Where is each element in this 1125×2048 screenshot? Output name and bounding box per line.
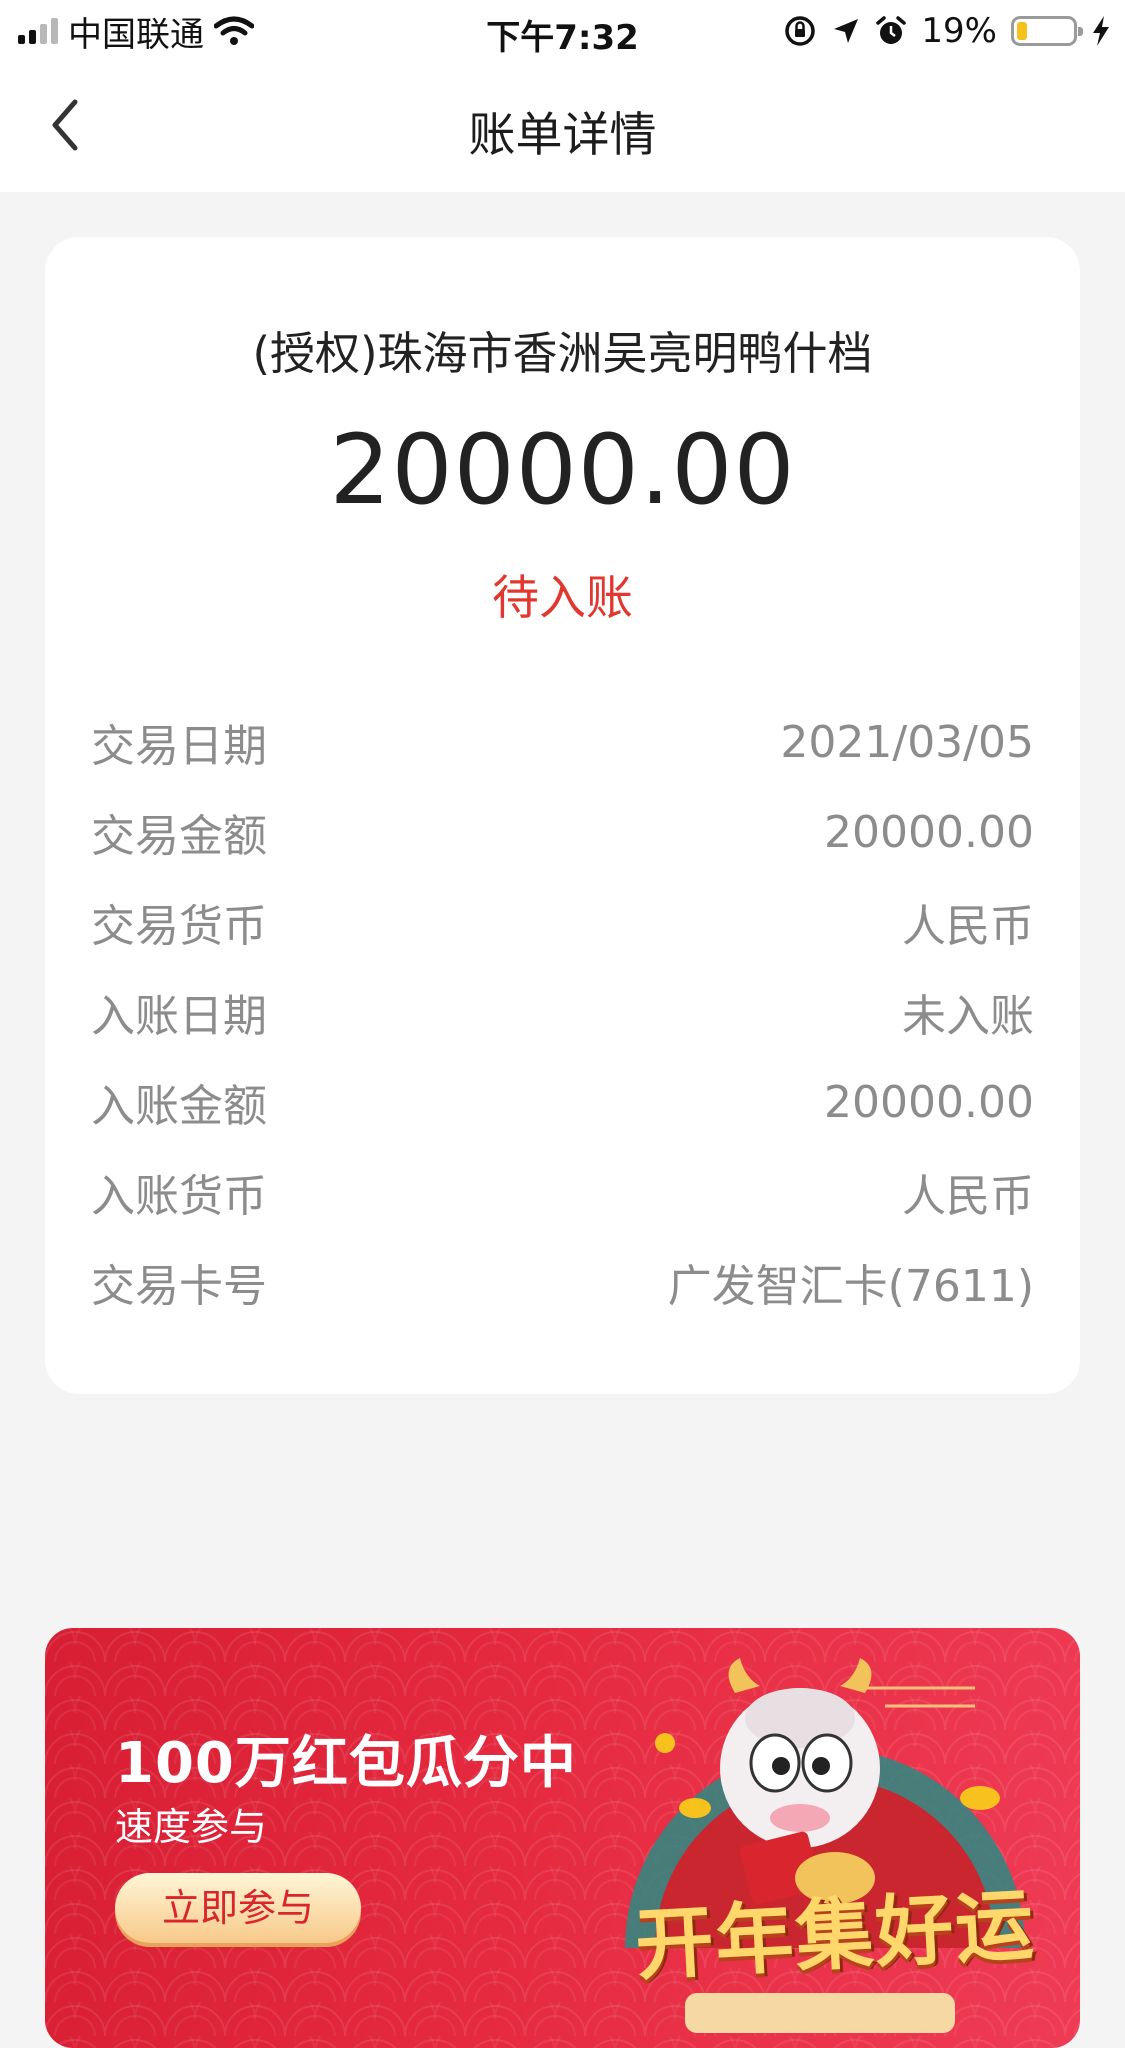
location-arrow-icon bbox=[834, 19, 859, 43]
detail-row: 入账货币 人民币 bbox=[91, 1147, 1034, 1237]
detail-list: 交易日期 2021/03/05 交易金额 20000.00 交易货币 人民币 入账日期 未入账… bbox=[91, 697, 1034, 1327]
detail-value: 20000.00 bbox=[824, 806, 1034, 858]
detail-label: 交易金额 bbox=[91, 811, 267, 862]
status-bar: 中国联通 下午7:32 19% bbox=[0, 0, 1125, 62]
detail-label: 交易卡号 bbox=[91, 1261, 267, 1312]
detail-value: 广发智汇卡(7611) bbox=[667, 1261, 1034, 1312]
detail-label: 入账日期 bbox=[91, 991, 267, 1042]
nav-bar: 账单详情 bbox=[0, 62, 1125, 192]
detail-row: 入账日期 未入账 bbox=[91, 967, 1034, 1057]
alarm-icon bbox=[876, 16, 907, 44]
page-title: 账单详情 bbox=[468, 108, 657, 163]
detail-value: 未入账 bbox=[902, 991, 1034, 1042]
charging-bolt-icon bbox=[1093, 16, 1109, 46]
promo-banner[interactable]: 100万红包瓜分中 速度参与 立即参与 开年集好运 bbox=[45, 1628, 1080, 2048]
banner-slogan: 开年集好运 bbox=[633, 1880, 1038, 1992]
banner-subtitle: 速度参与 bbox=[115, 1805, 268, 1849]
join-now-button[interactable]: 立即参与 bbox=[115, 1873, 361, 1943]
status-right: 19% bbox=[783, 8, 1111, 54]
bill-detail-card: (授权)珠海市香洲吴亮明鸭什档 20000.00 待入账 交易日期 2021/03… bbox=[45, 237, 1080, 1394]
detail-value: 人民币 bbox=[902, 1171, 1034, 1222]
detail-label: 交易货币 bbox=[91, 901, 267, 952]
merchant-name: (授权)珠海市香洲吴亮明鸭什档 bbox=[252, 327, 873, 380]
banner-title: 100万红包瓜分中 bbox=[115, 1731, 577, 1796]
detail-label: 交易日期 bbox=[91, 721, 267, 772]
detail-row: 交易卡号 广发智汇卡(7611) bbox=[91, 1237, 1034, 1327]
battery-percent: 19% bbox=[921, 11, 997, 51]
detail-row: 交易金额 20000.00 bbox=[91, 787, 1034, 877]
detail-row: 交易货币 人民币 bbox=[91, 877, 1034, 967]
detail-label: 入账金额 bbox=[91, 1081, 267, 1132]
battery-level-fill bbox=[1017, 22, 1027, 40]
detail-row: 交易日期 2021/03/05 bbox=[91, 697, 1034, 787]
transaction-amount: 20000.00 bbox=[329, 414, 796, 526]
posting-status: 待入账 bbox=[492, 571, 633, 626]
detail-value: 2021/03/05 bbox=[780, 716, 1034, 768]
detail-value: 20000.00 bbox=[824, 1076, 1034, 1128]
rotation-lock-icon bbox=[785, 16, 816, 46]
detail-row: 入账金额 20000.00 bbox=[91, 1057, 1034, 1147]
detail-label: 入账货币 bbox=[91, 1171, 267, 1222]
battery-icon bbox=[1011, 16, 1083, 46]
detail-value: 人民币 bbox=[902, 901, 1034, 952]
